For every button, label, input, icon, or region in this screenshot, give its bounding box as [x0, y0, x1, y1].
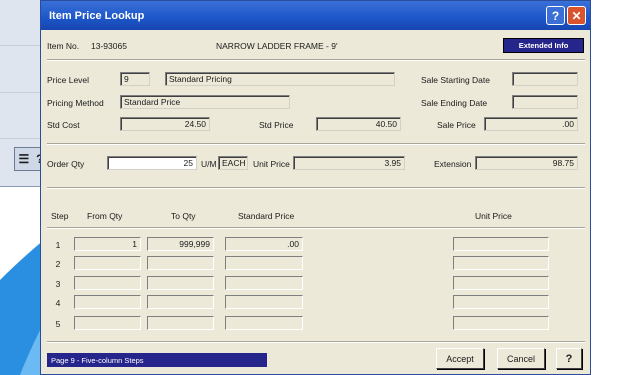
col-step-header: Step [51, 211, 69, 221]
order-qty-input[interactable]: 25 [107, 156, 197, 170]
from-qty-cell[interactable] [74, 276, 141, 290]
sale-price-value: .00 [484, 117, 578, 131]
std-price-cell[interactable] [225, 295, 303, 309]
extension-label: Extension [434, 159, 472, 169]
unit-price-cell[interactable] [453, 316, 549, 330]
step-number: 5 [55, 319, 61, 329]
divider [47, 187, 585, 189]
unit-price-value: 3.95 [293, 156, 405, 170]
std-price-cell[interactable] [225, 256, 303, 270]
std-cost-value: 24.50 [120, 117, 210, 131]
extension-value: 98.75 [475, 156, 578, 170]
to-qty-cell[interactable]: 999,999 [147, 237, 214, 251]
window-title: Item Price Lookup [49, 9, 145, 22]
extended-info-button[interactable]: Extended Info [503, 38, 584, 53]
from-qty-cell[interactable] [74, 295, 141, 309]
price-level-code[interactable]: 9 [120, 72, 150, 86]
divider [47, 341, 585, 343]
item-description: NARROW LADDER FRAME - 9' [216, 41, 338, 51]
col-to-header: To Qty [171, 211, 196, 221]
col-std-header: Standard Price [238, 211, 295, 221]
status-bar: Page 9 - Five-column Steps [47, 353, 267, 367]
title-help-button[interactable]: ? [546, 6, 565, 25]
std-price-label: Std Price [259, 120, 294, 130]
step-number: 3 [55, 279, 61, 289]
step-number: 2 [55, 259, 61, 269]
price-level-name: Standard Pricing [165, 72, 395, 86]
step-number: 1 [55, 240, 61, 250]
from-qty-cell[interactable]: 1 [74, 237, 141, 251]
std-cost-label: Std Cost [47, 120, 80, 130]
close-button[interactable]: ✕ [567, 6, 586, 25]
price-level-label: Price Level [47, 75, 90, 85]
sale-start-field[interactable] [512, 72, 578, 86]
divider [47, 227, 585, 229]
help-button[interactable]: ? [556, 348, 582, 369]
uom-label: U/M [201, 159, 217, 169]
sale-start-label: Sale Starting Date [421, 75, 490, 85]
divider [47, 143, 585, 145]
col-unit-header: Unit Price [475, 211, 512, 221]
title-bar: Item Price Lookup ? ✕ [41, 1, 590, 30]
from-qty-cell[interactable] [74, 316, 141, 330]
price-lookup-dialog: Item Price Lookup ? ✕ Item No. 13-93065 … [40, 0, 591, 375]
unit-price-cell[interactable] [453, 276, 549, 290]
item-number-label: Item No. [47, 41, 80, 51]
order-qty-label: Order Qty [47, 159, 85, 169]
from-qty-cell[interactable] [74, 256, 141, 270]
unit-price-cell[interactable] [453, 295, 549, 309]
pricing-method-label: Pricing Method [47, 98, 104, 108]
std-price-cell[interactable]: .00 [225, 237, 303, 251]
step-number: 4 [55, 298, 61, 308]
unit-price-label: Unit Price [253, 159, 290, 169]
item-number-value: 13-93065 [91, 41, 127, 51]
sale-end-label: Sale Ending Date [421, 98, 488, 108]
sale-price-label: Sale Price [437, 120, 476, 130]
to-qty-cell[interactable] [147, 276, 214, 290]
accept-button[interactable]: Accept [436, 348, 484, 369]
col-from-header: From Qty [87, 211, 123, 221]
std-price-cell[interactable] [225, 276, 303, 290]
to-qty-cell[interactable] [147, 316, 214, 330]
std-price-cell[interactable] [225, 316, 303, 330]
unit-price-cell[interactable] [453, 237, 549, 251]
unit-price-cell[interactable] [453, 256, 549, 270]
cancel-button[interactable]: Cancel [497, 348, 545, 369]
divider [47, 59, 585, 61]
to-qty-cell[interactable] [147, 295, 214, 309]
uom-value: EACH [218, 156, 248, 170]
to-qty-cell[interactable] [147, 256, 214, 270]
pricing-method-value: Standard Price [120, 95, 290, 109]
std-price-value: 40.50 [316, 117, 401, 131]
sale-end-field[interactable] [512, 95, 578, 109]
